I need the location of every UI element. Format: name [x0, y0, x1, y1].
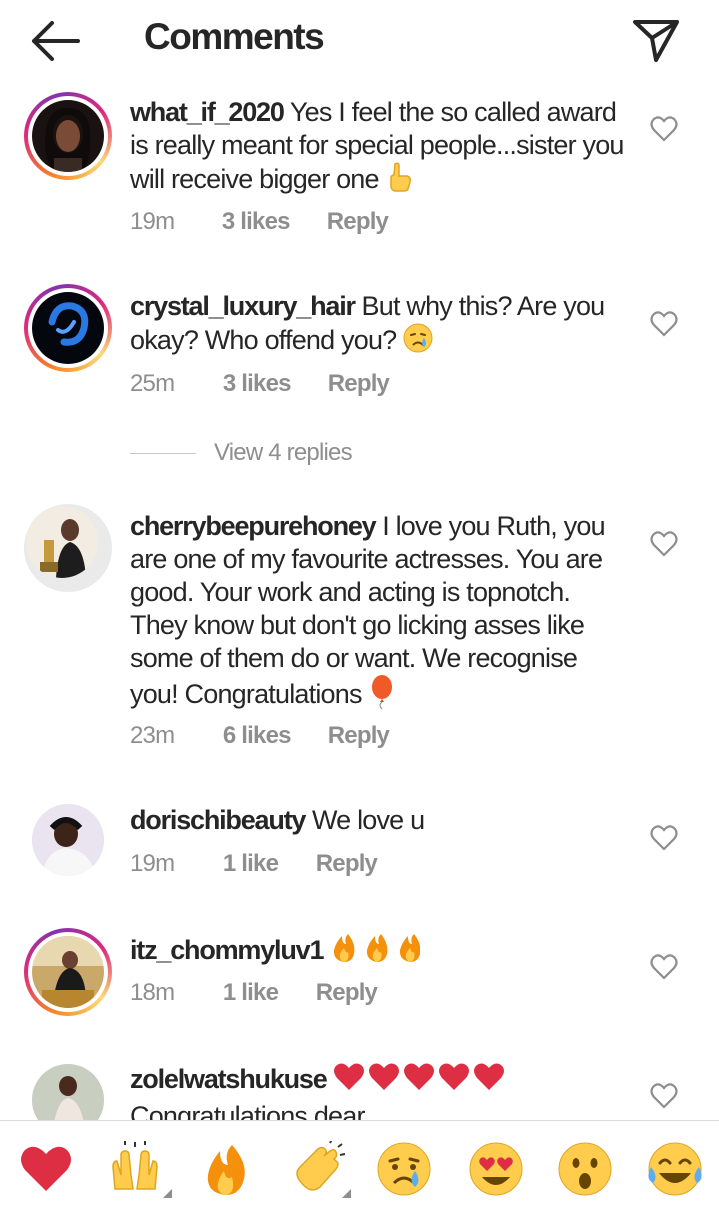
- avatar[interactable]: [24, 504, 112, 592]
- balloon-emoji-icon: [368, 675, 396, 717]
- comment-text: zolelwatshukuse Congratulations dear: [130, 1062, 630, 1120]
- comment-meta: 18m 1 like Reply: [130, 979, 378, 1007]
- comment-time: 25m: [130, 370, 175, 397]
- comment-likes[interactable]: 1 like: [223, 850, 310, 878]
- crying-face-emoji-icon: [403, 323, 433, 361]
- like-heart-icon[interactable]: [650, 1083, 678, 1109]
- comments-header: Comments: [0, 0, 719, 86]
- page-title: Comments: [144, 16, 325, 57]
- comment-text: crystal_luxury_hair But why this? Are yo…: [130, 290, 630, 361]
- comment-time: 18m: [130, 979, 175, 1006]
- reply-button[interactable]: Reply: [316, 850, 378, 878]
- comment-meta: 23m 6 likes Reply: [130, 722, 390, 750]
- reply-button[interactable]: Reply: [328, 722, 390, 750]
- comment-body: Congratulations dear: [130, 1101, 365, 1120]
- comment-meta: 19m 3 likes Reply: [130, 208, 389, 236]
- comment-username[interactable]: cherrybeepurehoney: [130, 511, 377, 541]
- comment-username[interactable]: crystal_luxury_hair: [130, 291, 356, 321]
- comment-likes[interactable]: 3 likes: [222, 208, 321, 236]
- avatar[interactable]: [24, 284, 112, 372]
- comment-meta: 25m 3 likes Reply: [130, 370, 390, 398]
- view-replies-label[interactable]: View 4 replies: [214, 439, 353, 467]
- comment-likes[interactable]: 6 likes: [223, 722, 322, 750]
- comment-username[interactable]: what_if_2020: [130, 97, 285, 127]
- reply-button[interactable]: Reply: [328, 370, 390, 398]
- crying-face-icon[interactable]: [376, 1141, 432, 1197]
- avatar[interactable]: [24, 92, 112, 180]
- comment-text: dorischibeauty We love u: [130, 804, 630, 837]
- comment-text: itz_chommyluv1: [130, 932, 630, 972]
- replies-divider: [130, 452, 196, 454]
- avatar[interactable]: [32, 1064, 104, 1120]
- view-replies[interactable]: View 4 replies: [130, 438, 353, 468]
- comment-likes[interactable]: 1 like: [223, 979, 310, 1007]
- raising-hands-icon[interactable]: [107, 1141, 172, 1198]
- fire-icon[interactable]: [198, 1141, 254, 1197]
- comment-username[interactable]: itz_chommyluv1: [130, 935, 324, 965]
- comment-username[interactable]: zolelwatshukuse: [130, 1064, 328, 1094]
- red-hearts-emoji-icon: [333, 1062, 509, 1100]
- tears-of-joy-icon[interactable]: [647, 1141, 703, 1197]
- comment-time: 19m: [130, 850, 175, 877]
- index-pointing-up-emoji-icon: [385, 162, 413, 200]
- comment-text: cherrybeepurehoney I love you Ruth, you …: [130, 510, 630, 717]
- back-arrow-icon[interactable]: [30, 20, 82, 62]
- comment-time: 19m: [130, 208, 175, 235]
- like-heart-icon[interactable]: [650, 116, 678, 142]
- avatar[interactable]: [32, 804, 104, 876]
- comment-likes[interactable]: 3 likes: [223, 370, 322, 398]
- surprised-face-icon[interactable]: [557, 1141, 613, 1197]
- send-icon[interactable]: [632, 18, 680, 64]
- comment-body: We love u: [311, 805, 425, 835]
- heart-eyes-icon[interactable]: [468, 1141, 524, 1197]
- comments-list[interactable]: what_if_2020 Yes I feel the so called aw…: [0, 86, 719, 1120]
- comment-meta: 19m 1 like Reply: [130, 850, 378, 878]
- fire-emoji-icon: [330, 932, 421, 972]
- clapping-hands-icon[interactable]: [290, 1138, 351, 1198]
- red-heart-icon[interactable]: [18, 1141, 74, 1197]
- like-heart-icon[interactable]: [650, 311, 678, 337]
- like-heart-icon[interactable]: [650, 825, 678, 851]
- emoji-quick-bar: [0, 1120, 719, 1212]
- comment-time: 23m: [130, 722, 175, 749]
- like-heart-icon[interactable]: [650, 531, 678, 557]
- comment-username[interactable]: dorischibeauty: [130, 805, 306, 835]
- comment-text: what_if_2020 Yes I feel the so called aw…: [130, 96, 630, 200]
- avatar[interactable]: [24, 928, 112, 1016]
- reply-button[interactable]: Reply: [327, 208, 389, 236]
- like-heart-icon[interactable]: [650, 954, 678, 980]
- reply-button[interactable]: Reply: [316, 979, 378, 1007]
